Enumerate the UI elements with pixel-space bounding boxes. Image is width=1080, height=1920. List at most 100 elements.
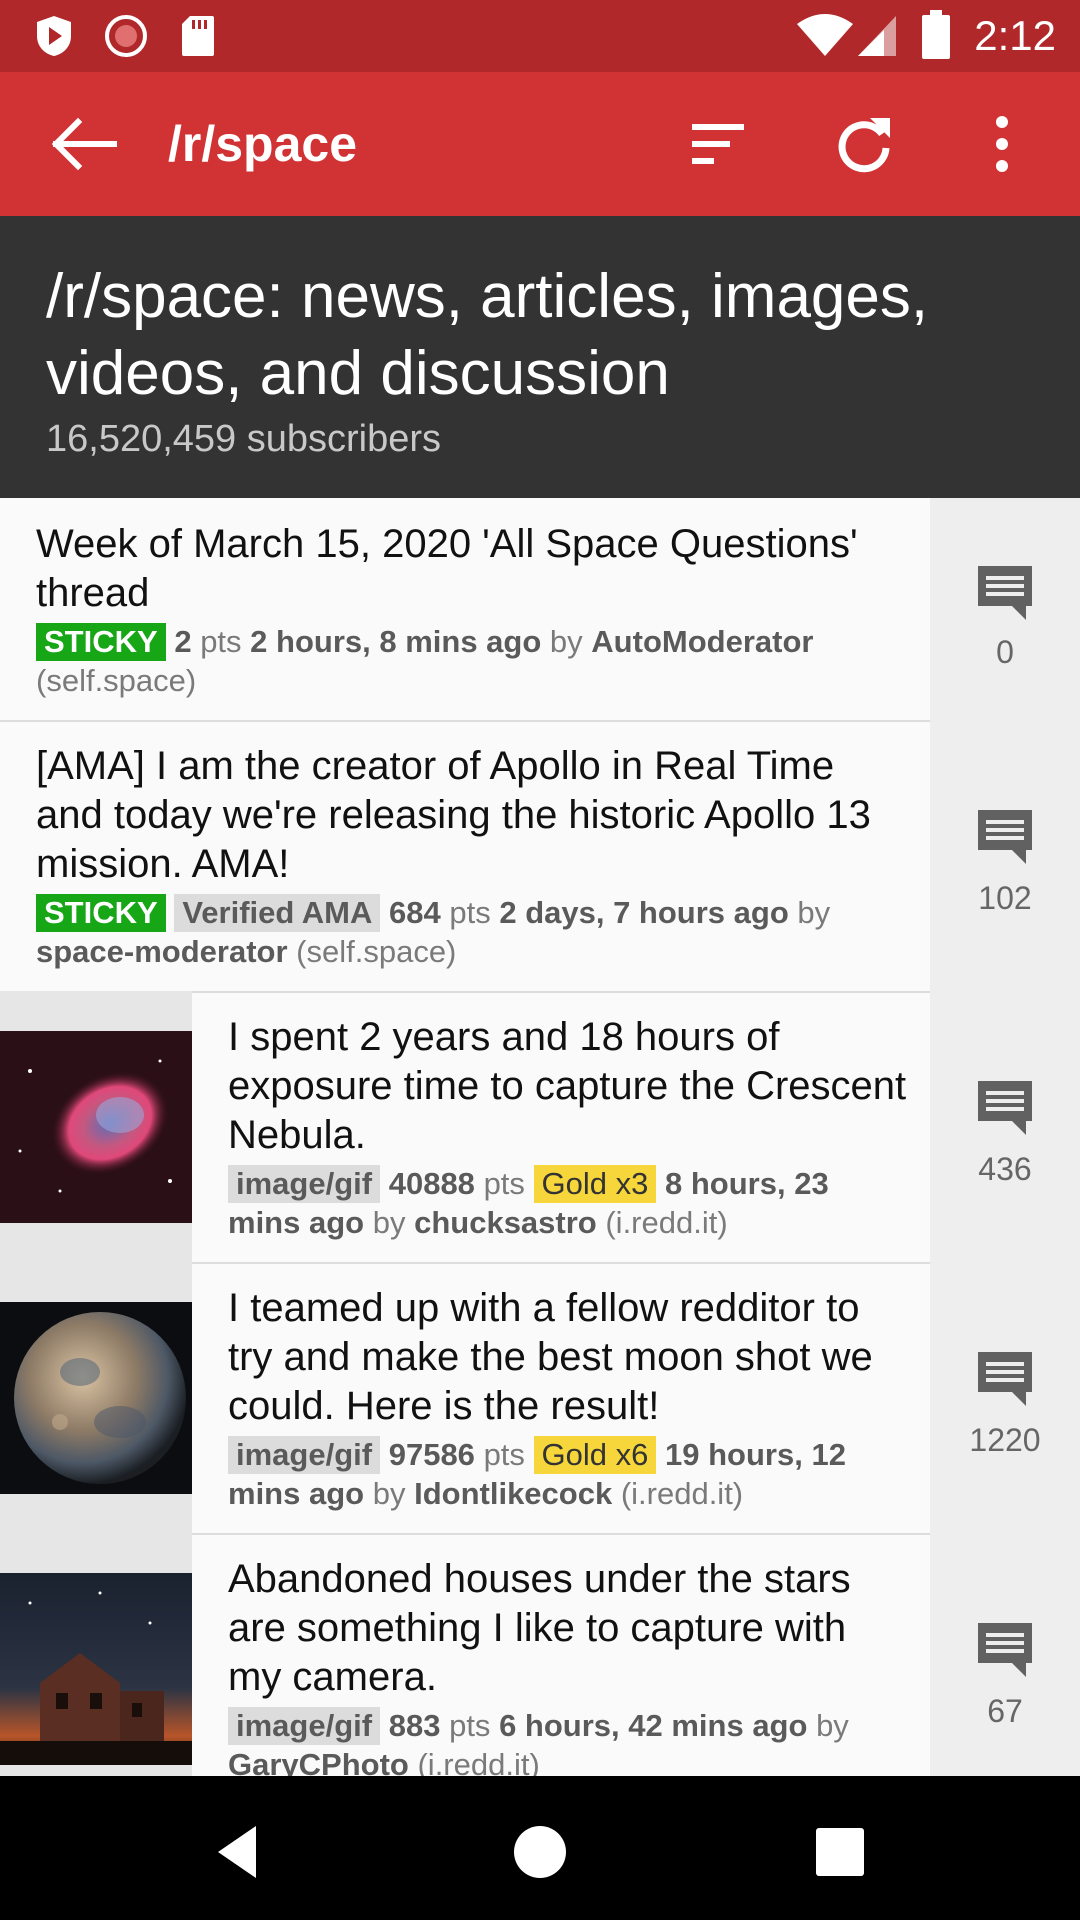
- thumbnail-column: [0, 991, 192, 1262]
- post-body[interactable]: Abandoned houses under the stars are som…: [228, 1555, 908, 1776]
- app-bar: /r/space: [0, 72, 1080, 216]
- comment-count: 67: [987, 1693, 1023, 1729]
- comment-icon: [978, 1352, 1032, 1406]
- verified-ama-tag: Verified AMA: [174, 894, 381, 932]
- screen: 2:12 /r/space /r/space: news, articles, …: [0, 0, 1080, 1920]
- comment-count: 102: [978, 880, 1032, 916]
- post-meta: STICKY Verified AMA 684 pts 2 days, 7 ho…: [36, 893, 886, 971]
- by-label: by: [797, 895, 831, 930]
- record-icon: [105, 15, 147, 57]
- wifi-icon: [797, 14, 853, 56]
- comments-button[interactable]: 436: [930, 991, 1080, 1262]
- post-meta: STICKY 2 pts 2 hours, 8 mins ago by Auto…: [36, 622, 886, 700]
- post-domain: (self.space): [296, 934, 457, 969]
- system-nav-bar: [0, 1776, 1080, 1920]
- media-type-tag: image/gif: [228, 1707, 381, 1745]
- post-title[interactable]: I teamed up with a fellow redditor to tr…: [228, 1284, 908, 1431]
- recents-square-icon[interactable]: [808, 1820, 872, 1884]
- sticky-tag: STICKY: [36, 894, 166, 932]
- post-time: 6 hours, 42 mins ago: [499, 1708, 808, 1743]
- abandoned-house-thumbnail[interactable]: [0, 1573, 192, 1765]
- thumbnail-column: [0, 1533, 192, 1776]
- comment-icon: [978, 566, 1032, 620]
- by-label: by: [549, 624, 583, 659]
- shield-play-icon: [37, 16, 71, 56]
- post-body[interactable]: I spent 2 years and 18 hours of exposure…: [228, 1013, 908, 1242]
- points-label: pts: [449, 1708, 491, 1743]
- post-points: 883: [388, 1708, 441, 1743]
- comment-icon: [978, 1081, 1032, 1135]
- post-author[interactable]: AutoModerator: [591, 624, 813, 659]
- gold-badge: Gold x6: [533, 1436, 657, 1474]
- post-points: 2: [174, 624, 192, 659]
- comments-button[interactable]: 102: [930, 720, 1080, 991]
- post-title[interactable]: I spent 2 years and 18 hours of exposure…: [228, 1013, 908, 1160]
- nebula-thumbnail[interactable]: [0, 1031, 192, 1223]
- post-points: 684: [389, 895, 441, 930]
- by-label: by: [816, 1708, 849, 1743]
- gold-badge: Gold x3: [533, 1165, 657, 1203]
- post-body[interactable]: [AMA] I am the creator of Apollo in Real…: [36, 742, 886, 971]
- post-points: 40888: [388, 1166, 475, 1201]
- battery-icon: [922, 10, 950, 59]
- post-meta: image/gif 40888 pts Gold x3 8 hours, 23 …: [228, 1164, 908, 1242]
- moon-thumbnail[interactable]: [0, 1302, 192, 1494]
- status-time: 2:12: [974, 12, 1056, 59]
- by-label: by: [372, 1476, 406, 1511]
- post-points: 97586: [388, 1437, 475, 1472]
- subscriber-count: 16,520,459 subscribers: [46, 418, 442, 460]
- status-bar: 2:12: [0, 0, 1080, 72]
- post-title[interactable]: [AMA] I am the creator of Apollo in Real…: [36, 742, 886, 889]
- app-title: /r/space: [168, 116, 358, 172]
- post-author[interactable]: space-moderator: [36, 934, 288, 969]
- comments-button[interactable]: 1220: [930, 1262, 1080, 1533]
- post-domain: (self.space): [36, 663, 197, 698]
- points-label: pts: [483, 1437, 525, 1472]
- by-label: by: [372, 1205, 406, 1240]
- back-triangle-icon[interactable]: [208, 1820, 272, 1884]
- thumbnail-column: [0, 1262, 192, 1533]
- comment-count: 1220: [969, 1422, 1041, 1458]
- signal-icon: [858, 16, 896, 56]
- comment-icon: [978, 1623, 1032, 1677]
- sd-card-icon: [182, 16, 214, 56]
- comment-count: 436: [978, 1151, 1032, 1187]
- subreddit-description: /r/space: news, articles, images, videos…: [46, 262, 929, 408]
- post-domain: (i.redd.it): [605, 1205, 728, 1240]
- post-author[interactable]: GaryCPhoto: [228, 1747, 409, 1776]
- media-type-tag: image/gif: [228, 1436, 381, 1474]
- post-title[interactable]: Abandoned houses under the stars are som…: [228, 1555, 908, 1702]
- post-item[interactable]: Week of March 15, 2020 'All Space Questi…: [0, 498, 1080, 722]
- comment-icon: [978, 810, 1032, 864]
- subreddit-header: /r/space: news, articles, images, videos…: [0, 216, 1080, 498]
- post-body[interactable]: I teamed up with a fellow redditor to tr…: [228, 1284, 908, 1513]
- post-domain: (i.redd.it): [417, 1747, 540, 1776]
- overflow-menu-icon[interactable]: [968, 110, 1036, 178]
- post-item[interactable]: Abandoned houses under the stars are som…: [0, 1533, 1080, 1776]
- points-label: pts: [483, 1166, 525, 1201]
- post-author[interactable]: Idontlikecock: [414, 1476, 612, 1511]
- post-author[interactable]: chucksastro: [414, 1205, 597, 1240]
- post-item[interactable]: [AMA] I am the creator of Apollo in Real…: [0, 720, 1080, 993]
- media-type-tag: image/gif: [228, 1165, 381, 1203]
- post-time: 2 hours, 8 mins ago: [250, 624, 542, 659]
- post-meta: image/gif 883 pts 6 hours, 42 mins ago b…: [228, 1706, 908, 1776]
- refresh-icon[interactable]: [830, 110, 898, 178]
- home-circle-icon[interactable]: [508, 1820, 572, 1884]
- post-time: 2 days, 7 hours ago: [499, 895, 789, 930]
- post-item[interactable]: I spent 2 years and 18 hours of exposure…: [0, 991, 1080, 1264]
- sticky-tag: STICKY: [36, 623, 166, 661]
- points-label: pts: [200, 624, 242, 659]
- post-domain: (i.redd.it): [620, 1476, 744, 1511]
- sort-icon[interactable]: [684, 110, 752, 178]
- post-title[interactable]: Week of March 15, 2020 'All Space Questi…: [36, 520, 886, 618]
- back-arrow-icon[interactable]: [44, 112, 124, 176]
- comments-button[interactable]: 0: [930, 498, 1080, 720]
- comments-button[interactable]: 67: [930, 1533, 1080, 1776]
- post-item[interactable]: I teamed up with a fellow redditor to tr…: [0, 1262, 1080, 1535]
- comment-count: 0: [996, 634, 1014, 670]
- post-body[interactable]: Week of March 15, 2020 'All Space Questi…: [36, 520, 886, 700]
- post-meta: image/gif 97586 pts Gold x6 19 hours, 12…: [228, 1435, 908, 1513]
- points-label: pts: [449, 895, 491, 930]
- post-list[interactable]: Week of March 15, 2020 'All Space Questi…: [0, 498, 1080, 1776]
